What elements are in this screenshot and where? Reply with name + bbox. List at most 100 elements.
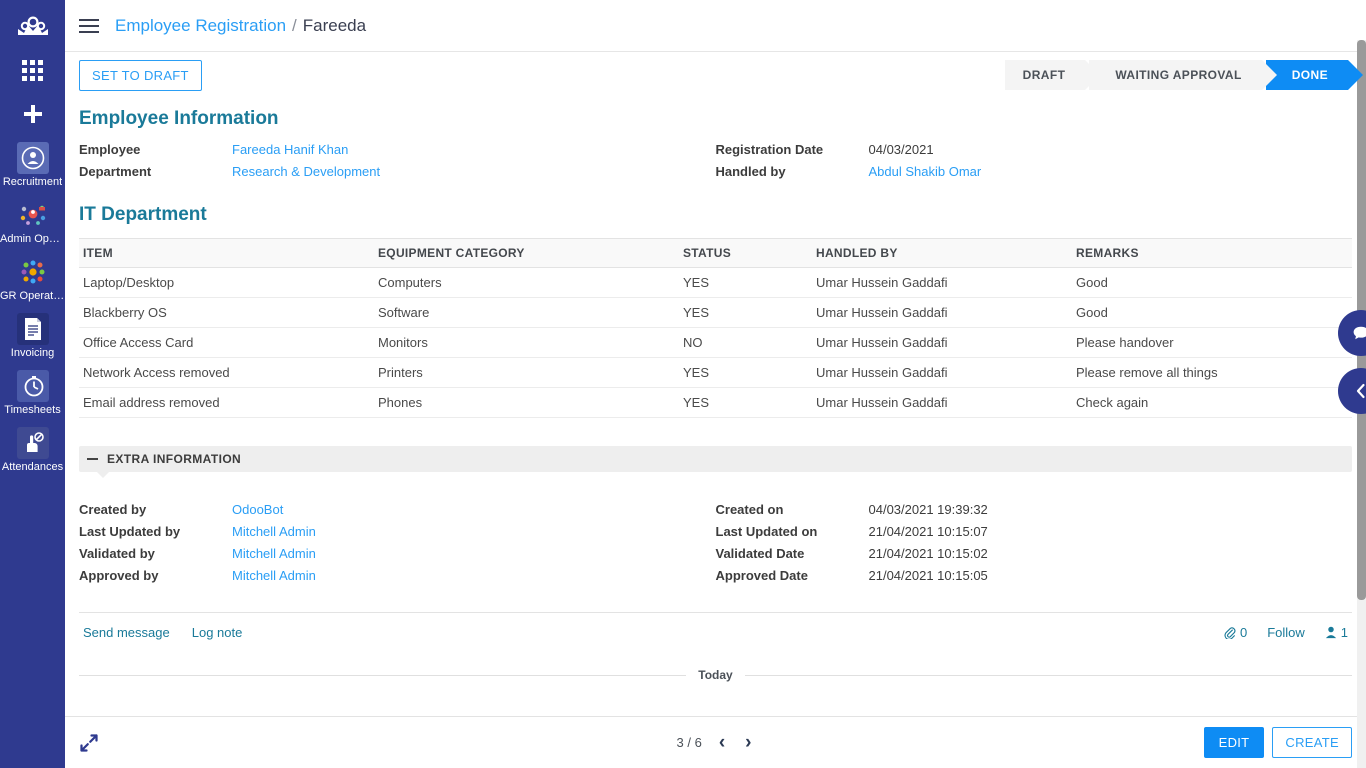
sidebar-item-attendances[interactable]: Attendances — [0, 427, 65, 474]
cell-item: Blackberry OS — [79, 297, 374, 328]
table-row[interactable]: Email address removed Phones YES Umar Hu… — [79, 387, 1352, 418]
chatter-actions: Send message Log note — [83, 625, 242, 640]
cell-status: YES — [679, 267, 812, 298]
it-department-table: ITEM EQUIPMENT CATEGORY STATUS HANDLED B… — [79, 238, 1352, 418]
status-done[interactable]: DONE — [1265, 60, 1364, 90]
field-label: Validated by — [79, 546, 155, 561]
follow-button[interactable]: Follow — [1267, 625, 1305, 640]
table-row[interactable]: Network Access removed Printers YES Umar… — [79, 357, 1352, 388]
field-approved-date: Approved Date 21/04/2021 10:15:05 — [716, 568, 1353, 583]
record-pager: 3 / 6 ‹ › — [65, 733, 1366, 752]
pager-previous-button[interactable]: ‹ — [716, 733, 728, 752]
gr-operations-icon — [17, 256, 49, 288]
sidebar-item-gr-operations[interactable]: GR Operatio… — [0, 256, 65, 303]
cell-item: Office Access Card — [79, 327, 374, 358]
extra-information-toggle[interactable]: EXTRA INFORMATION — [79, 446, 1352, 478]
apps-grid-icon[interactable] — [0, 50, 65, 90]
cell-category: Software — [374, 297, 679, 328]
field-value[interactable]: OdooBot — [232, 502, 283, 517]
invoicing-icon — [16, 313, 49, 345]
column-header-category: EQUIPMENT CATEGORY — [374, 238, 679, 268]
chatter-meta: 0 Follow 1 — [1223, 625, 1348, 640]
breadcrumb-current: Fareeda — [302, 15, 367, 35]
extra-information-title: EXTRA INFORMATION — [107, 452, 242, 466]
admin-operations-icon — [17, 199, 49, 231]
chatter-topbar: Send message Log note 0 Follow 1 — [79, 625, 1352, 640]
cell-status: YES — [679, 297, 812, 328]
create-button[interactable]: CREATE — [1272, 727, 1352, 758]
pager-next-button[interactable]: › — [742, 733, 754, 752]
today-divider: Today — [79, 668, 1353, 682]
field-value[interactable]: Mitchell Admin — [232, 546, 316, 561]
field-value[interactable]: Abdul Shakib Omar — [869, 164, 982, 179]
bottom-bar: 3 / 6 ‹ › EDIT CREATE — [65, 716, 1366, 768]
table-row[interactable]: Laptop/Desktop Computers YES Umar Hussei… — [79, 267, 1352, 298]
sidebar-item-label: Admin Oper… — [0, 233, 65, 245]
follower-count: 1 — [1340, 625, 1348, 640]
employee-information-left-column: Employee Fareeda Hanif Khan Department R… — [79, 142, 716, 186]
attachment-count: 0 — [1239, 625, 1248, 640]
expand-icon[interactable] — [79, 733, 99, 753]
column-header-status: STATUS — [679, 238, 812, 268]
sidebar-item-label: Attendances — [1, 461, 64, 473]
followers-button[interactable]: 1 — [1325, 625, 1348, 640]
table-head: ITEM EQUIPMENT CATEGORY STATUS HANDLED B… — [79, 238, 1352, 268]
form-action-buttons: EDIT CREATE — [1203, 727, 1352, 758]
odoo-app-window: Recruitment Admin Oper… GR Operatio Invo… — [0, 0, 1366, 768]
today-label: Today — [698, 668, 733, 682]
cell-item: Laptop/Desktop — [79, 267, 374, 298]
field-approved-by: Approved by Mitchell Admin — [79, 568, 716, 583]
cell-remarks: Good — [1072, 297, 1352, 328]
field-value: 21/04/2021 10:15:05 — [868, 568, 988, 583]
plus-icon[interactable] — [0, 96, 65, 132]
breadcrumb-bar: Employee Registration / Fareeda — [65, 0, 1366, 52]
field-value[interactable]: Fareeda Hanif Khan — [232, 142, 348, 157]
odoo-logo[interactable] — [0, 6, 65, 46]
field-registration-date: Registration Date 04/03/2021 — [716, 142, 1353, 157]
edit-button[interactable]: EDIT — [1203, 727, 1265, 758]
field-employee: Employee Fareeda Hanif Khan — [79, 142, 716, 157]
cell-handled-by: Umar Hussein Gaddafi — [812, 267, 1072, 298]
field-created-on: Created on 04/03/2021 19:39:32 — [716, 502, 1353, 517]
table-body: Laptop/Desktop Computers YES Umar Hussei… — [79, 267, 1352, 418]
control-panel: SET TO DRAFT DRAFT WAITING APPROVAL DONE — [65, 52, 1366, 98]
field-handled-by: Handled by Abdul Shakib Omar — [716, 164, 1353, 179]
field-validated-by: Validated by Mitchell Admin — [79, 546, 716, 561]
field-label: Employee — [79, 142, 141, 157]
cell-remarks: Good — [1072, 267, 1352, 298]
employee-information-group: Employee Fareeda Hanif Khan Department R… — [79, 142, 1352, 186]
table-row[interactable]: Blackberry OS Software YES Umar Hussein … — [79, 297, 1352, 328]
sidebar-item-admin-operations[interactable]: Admin Oper… — [0, 199, 65, 246]
attachments-button[interactable]: 0 — [1223, 625, 1247, 640]
field-validated-date: Validated Date 21/04/2021 10:15:02 — [716, 546, 1353, 561]
cell-category: Phones — [374, 387, 679, 418]
log-note-button[interactable]: Log note — [192, 625, 243, 640]
send-message-button[interactable]: Send message — [83, 625, 170, 640]
sidebar-item-label: Invoicing — [10, 347, 55, 359]
field-label: Registration Date — [715, 142, 824, 157]
form-sheet: Employee Information Employee Fareeda Ha… — [65, 98, 1366, 768]
cell-handled-by: Umar Hussein Gaddafi — [812, 387, 1072, 418]
sidebar-item-timesheets[interactable]: Timesheets — [0, 370, 65, 417]
status-draft[interactable]: DRAFT — [1004, 60, 1100, 90]
set-to-draft-button[interactable]: SET TO DRAFT — [79, 59, 202, 91]
field-value[interactable]: Mitchell Admin — [232, 568, 316, 583]
table-header-row: ITEM EQUIPMENT CATEGORY STATUS HANDLED B… — [79, 238, 1352, 268]
app-sidebar: Recruitment Admin Oper… GR Operatio Invo… — [0, 0, 65, 768]
field-value[interactable]: Mitchell Admin — [232, 524, 316, 539]
field-label: Last Updated on — [715, 524, 818, 539]
cell-handled-by: Umar Hussein Gaddafi — [812, 297, 1072, 328]
status-waiting-approval[interactable]: WAITING APPROVAL — [1089, 60, 1278, 90]
extra-information-group: Created by OdooBot Last Updated by Mitch… — [79, 502, 1352, 590]
divider-line-right — [744, 674, 1353, 676]
field-label: Department — [79, 164, 152, 179]
field-created-by: Created by OdooBot — [79, 502, 716, 517]
sidebar-item-recruitment[interactable]: Recruitment — [0, 142, 65, 189]
hamburger-icon[interactable] — [79, 18, 99, 33]
field-label: Handled by — [715, 164, 786, 179]
sidebar-item-invoicing[interactable]: Invoicing — [0, 313, 65, 360]
field-value[interactable]: Research & Development — [232, 164, 380, 179]
divider-line-left — [79, 674, 687, 676]
table-row[interactable]: Office Access Card Monitors NO Umar Huss… — [79, 327, 1352, 358]
breadcrumb-root[interactable]: Employee Registration — [115, 16, 286, 36]
